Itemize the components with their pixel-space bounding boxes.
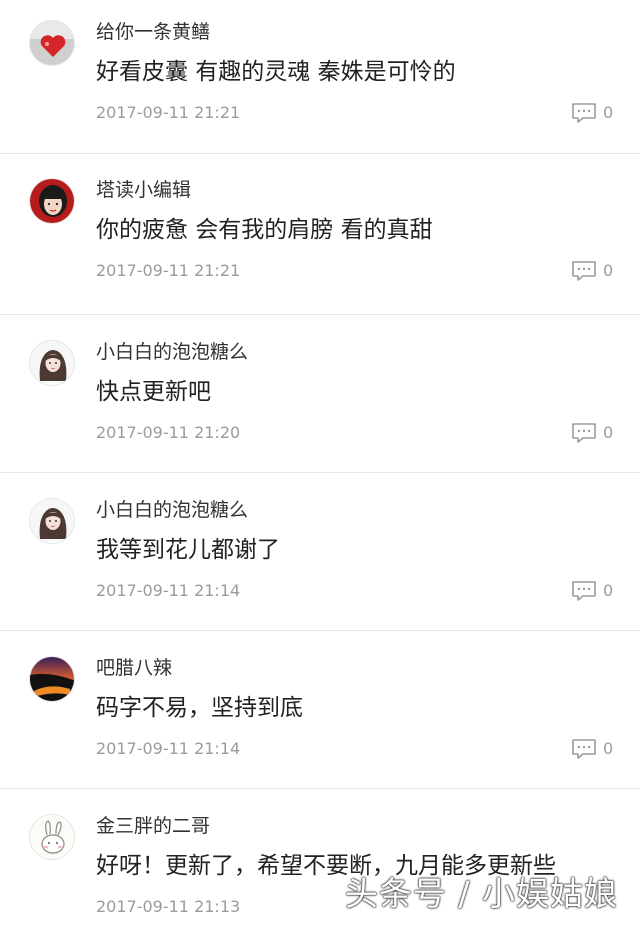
comment-text: 好看皮囊 有趣的灵魂 秦姝是可怜的 bbox=[96, 59, 456, 85]
comment-timestamp: 2017-09-11 21:20 bbox=[96, 423, 241, 442]
comment-timestamp: 2017-09-11 21:14 bbox=[96, 581, 241, 600]
comment-item: 给你一条黄鳝 好看皮囊 有趣的灵魂 秦姝是可怜的 2017-09-11 21:2… bbox=[0, 0, 640, 158]
reply-count: 0 bbox=[603, 103, 614, 122]
red-heart-avatar-icon[interactable] bbox=[29, 20, 75, 66]
comment-username[interactable]: 塔读小编辑 bbox=[96, 178, 191, 202]
comment-text: 码字不易，坚持到底 bbox=[96, 695, 303, 721]
reply-count: 0 bbox=[603, 423, 614, 442]
sunset-avatar-icon[interactable] bbox=[29, 656, 75, 702]
comment-text: 你的疲惫 会有我的肩膀 看的真甜 bbox=[96, 217, 433, 243]
comment-text: 快点更新吧 bbox=[96, 379, 211, 405]
comment-item: 塔读小编辑 你的疲惫 会有我的肩膀 看的真甜 2017-09-11 21:21 … bbox=[0, 158, 640, 316]
girl-long-hair-avatar-icon[interactable] bbox=[29, 340, 75, 386]
comment-bubble-icon bbox=[572, 261, 596, 281]
comment-item: 小白白的泡泡糖么 我等到花儿都谢了 2017-09-11 21:14 0 bbox=[0, 478, 640, 636]
divider bbox=[0, 788, 640, 789]
rabbit-sketch-avatar-icon[interactable] bbox=[29, 814, 75, 860]
comment-timestamp: 2017-09-11 21:13 bbox=[96, 897, 241, 916]
divider bbox=[0, 314, 640, 315]
comment-username[interactable]: 小白白的泡泡糖么 bbox=[96, 498, 248, 522]
comment-bubble-icon bbox=[572, 581, 596, 601]
divider bbox=[0, 153, 640, 154]
reply-button[interactable]: 0 bbox=[571, 101, 613, 125]
reply-count: 0 bbox=[603, 261, 614, 280]
divider bbox=[0, 630, 640, 631]
comment-list: 给你一条黄鳝 好看皮囊 有趣的灵魂 秦姝是可怜的 2017-09-11 21:2… bbox=[0, 0, 640, 927]
comment-username[interactable]: 给你一条黄鳝 bbox=[96, 20, 210, 44]
girl-long-hair-avatar-icon[interactable] bbox=[29, 498, 75, 544]
comment-text: 我等到花儿都谢了 bbox=[96, 537, 280, 563]
comment-item: 小白白的泡泡糖么 快点更新吧 2017-09-11 21:20 0 bbox=[0, 320, 640, 478]
comment-timestamp: 2017-09-11 21:21 bbox=[96, 261, 241, 280]
comment-bubble-icon bbox=[572, 103, 596, 123]
reply-count: 0 bbox=[603, 739, 614, 758]
comment-username[interactable]: 小白白的泡泡糖么 bbox=[96, 340, 248, 364]
reply-count: 0 bbox=[603, 581, 614, 600]
girl-portrait-avatar-icon[interactable] bbox=[29, 178, 75, 224]
reply-button[interactable]: 0 bbox=[571, 421, 613, 445]
comment-bubble-icon bbox=[572, 739, 596, 759]
reply-button[interactable]: 0 bbox=[571, 737, 613, 761]
comment-username[interactable]: 吧腊八辣 bbox=[96, 656, 172, 680]
comment-item: 吧腊八辣 码字不易，坚持到底 2017-09-11 21:14 0 bbox=[0, 636, 640, 794]
reply-button[interactable]: 0 bbox=[571, 579, 613, 603]
comment-username[interactable]: 金三胖的二哥 bbox=[96, 814, 210, 838]
comment-bubble-icon bbox=[572, 423, 596, 443]
divider bbox=[0, 472, 640, 473]
comment-timestamp: 2017-09-11 21:14 bbox=[96, 739, 241, 758]
reply-button[interactable]: 0 bbox=[571, 259, 613, 283]
comment-timestamp: 2017-09-11 21:21 bbox=[96, 103, 241, 122]
watermark: 头条号 / 小娱姑娘 bbox=[344, 874, 618, 913]
